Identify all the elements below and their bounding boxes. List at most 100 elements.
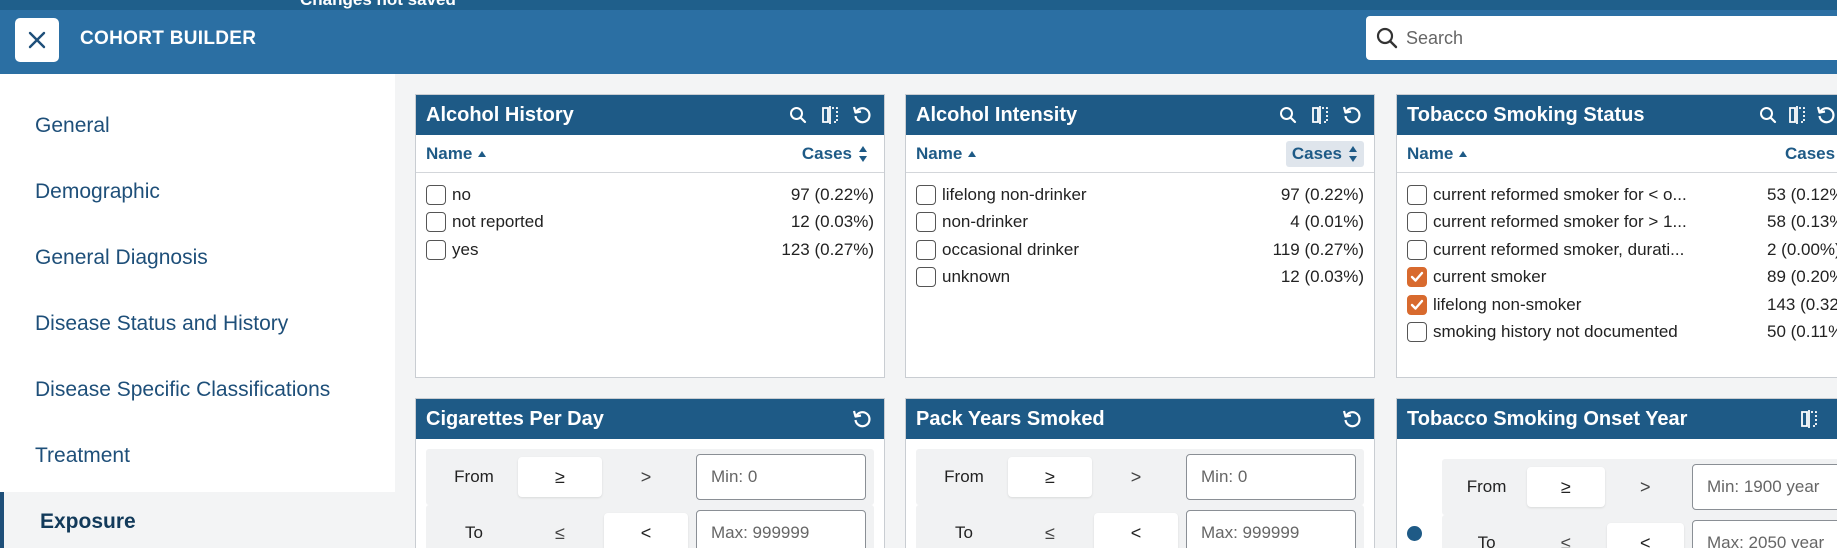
sidebar-item-disease-classifications[interactable]: Disease Specific Classifications xyxy=(0,360,395,420)
lt-toggle[interactable]: < xyxy=(1094,513,1178,548)
item-label: current reformed smoker for < o... xyxy=(1433,184,1687,204)
alcohol-history-card: Alcohol History Name Cases no 97 (0.22%) … xyxy=(415,94,885,378)
to-row: To ≤ < xyxy=(1442,515,1837,548)
range-inputs: From ≥ > To ≤ < xyxy=(1397,439,1837,548)
name-sort[interactable]: Name xyxy=(916,144,1286,164)
list-item[interactable]: unknown 12 (0.03%) xyxy=(906,264,1374,292)
gt-toggle[interactable]: > xyxy=(604,457,688,497)
list-item[interactable]: lifelong non-drinker 97 (0.22%) xyxy=(906,181,1374,209)
item-count: 12 (0.03%) xyxy=(790,212,874,232)
max-input[interactable] xyxy=(696,510,866,548)
list-item[interactable]: not reported 12 (0.03%) xyxy=(416,209,884,237)
list-item[interactable]: current reformed smoker for < o... 53 (0.… xyxy=(1397,181,1837,209)
checkbox[interactable] xyxy=(426,212,446,233)
gte-toggle[interactable]: ≥ xyxy=(1527,467,1605,507)
list-item[interactable]: lifelong non-smoker 143 (0.32%) xyxy=(1397,291,1837,319)
flip-icon[interactable] xyxy=(1308,103,1332,127)
reset-icon[interactable] xyxy=(1340,103,1364,127)
checkbox[interactable] xyxy=(1407,322,1427,343)
list-item[interactable]: smoking history not documented 50 (0.11%) xyxy=(1397,319,1837,347)
sidebar-item-general-diagnosis[interactable]: General Diagnosis xyxy=(0,228,395,288)
cases-sort[interactable]: Cases xyxy=(796,141,874,167)
sidebar-item-disease-status[interactable]: Disease Status and History xyxy=(0,294,395,354)
list-item[interactable]: current reformed smoker for > 1... 58 (0.… xyxy=(1397,209,1837,237)
lte-toggle[interactable]: ≤ xyxy=(1527,523,1604,548)
close-button[interactable] xyxy=(15,18,59,62)
gt-toggle[interactable]: > xyxy=(1094,457,1178,497)
gte-toggle[interactable]: ≥ xyxy=(1008,457,1092,497)
reset-icon[interactable] xyxy=(850,407,874,431)
sidebar-item-exposure[interactable]: Exposure xyxy=(0,492,395,548)
lt-toggle[interactable]: < xyxy=(1606,523,1684,548)
reset-icon[interactable] xyxy=(1816,103,1837,127)
lte-toggle[interactable]: ≤ xyxy=(518,513,602,548)
list-item[interactable]: non-drinker 4 (0.01%) xyxy=(906,209,1374,237)
pack-years-card: Pack Years Smoked From ≥ > To ≤ < xyxy=(905,398,1375,548)
flip-icon[interactable] xyxy=(1797,407,1821,431)
reset-icon[interactable] xyxy=(1340,407,1364,431)
sidebar-item-general[interactable]: General xyxy=(0,96,395,156)
to-row: To ≤ < xyxy=(916,505,1364,548)
checkbox[interactable] xyxy=(1407,184,1427,205)
search-icon[interactable] xyxy=(786,103,810,127)
to-label: To xyxy=(1477,533,1496,548)
checkbox[interactable] xyxy=(916,212,936,233)
search-icon[interactable] xyxy=(1757,103,1778,127)
sidebar: General Demographic General Diagnosis Di… xyxy=(0,74,395,548)
sort-both-icon xyxy=(1349,145,1357,162)
min-input[interactable] xyxy=(1692,464,1837,510)
sidebar-item-demographic[interactable]: Demographic xyxy=(0,162,395,222)
min-input[interactable] xyxy=(1186,454,1356,500)
item-count: 143 (0.32%) xyxy=(1767,294,1837,314)
search-icon[interactable] xyxy=(1276,103,1300,127)
from-row: From ≥ > xyxy=(1442,459,1837,515)
checkbox[interactable] xyxy=(426,239,446,260)
checkbox[interactable] xyxy=(1407,239,1427,260)
list-item[interactable]: current reformed smoker, durati... 2 (0.0… xyxy=(1397,236,1837,264)
cases-column-label: Cases xyxy=(1785,143,1836,163)
item-count: 89 (0.20%) xyxy=(1767,267,1837,287)
list-item[interactable]: yes 123 (0.27%) xyxy=(416,236,884,264)
checkbox[interactable] xyxy=(426,184,446,205)
reset-icon[interactable] xyxy=(850,103,874,127)
item-count: 97 (0.22%) xyxy=(1280,184,1364,204)
name-sort[interactable]: Name xyxy=(1407,144,1779,164)
range-radio-button[interactable] xyxy=(1407,526,1422,541)
lte-toggle[interactable]: ≤ xyxy=(1008,513,1092,548)
checkbox-checked[interactable] xyxy=(1407,294,1427,315)
item-label: non-drinker xyxy=(942,212,1028,232)
item-count: 2 (0.00%) xyxy=(1767,239,1837,259)
min-input[interactable] xyxy=(696,454,866,500)
item-label: yes xyxy=(452,239,479,259)
max-input[interactable] xyxy=(1692,520,1837,548)
search-box[interactable] xyxy=(1366,16,1837,60)
card-header: Pack Years Smoked xyxy=(906,399,1374,439)
name-sort[interactable]: Name xyxy=(426,144,796,164)
alcohol-intensity-card: Alcohol Intensity Name Cases lifelong no… xyxy=(905,94,1375,378)
checkbox-checked[interactable] xyxy=(1407,267,1427,288)
card-header: Cigarettes Per Day xyxy=(416,399,884,439)
flip-icon[interactable] xyxy=(818,103,842,127)
max-input[interactable] xyxy=(1186,510,1356,548)
lt-toggle[interactable]: < xyxy=(604,513,688,548)
flip-icon[interactable] xyxy=(1786,103,1807,127)
checkbox[interactable] xyxy=(916,239,936,260)
checkbox[interactable] xyxy=(1407,212,1427,233)
cases-sort[interactable]: Cases xyxy=(1285,140,1364,167)
cases-sort[interactable]: Cases xyxy=(1779,141,1837,167)
sidebar-item-treatment[interactable]: Treatment xyxy=(0,426,395,486)
checkbox[interactable] xyxy=(916,184,936,205)
search-input[interactable] xyxy=(1406,27,1806,49)
list-item[interactable]: no 97 (0.22%) xyxy=(416,181,884,209)
list-item[interactable]: occasional drinker 119 (0.27%) xyxy=(906,236,1374,264)
gt-toggle[interactable]: > xyxy=(1607,467,1684,507)
gte-toggle[interactable]: ≥ xyxy=(518,457,602,497)
list-item[interactable]: current smoker 89 (0.20%) xyxy=(1397,264,1837,292)
checkbox[interactable] xyxy=(916,267,936,288)
sort-up-icon xyxy=(478,150,487,157)
card-title: Alcohol History xyxy=(426,103,574,126)
item-label: not reported xyxy=(452,212,544,232)
card-header: Tobacco Smoking Status xyxy=(1397,95,1837,135)
item-label: occasional drinker xyxy=(942,239,1080,259)
item-count: 12 (0.03%) xyxy=(1280,267,1364,287)
